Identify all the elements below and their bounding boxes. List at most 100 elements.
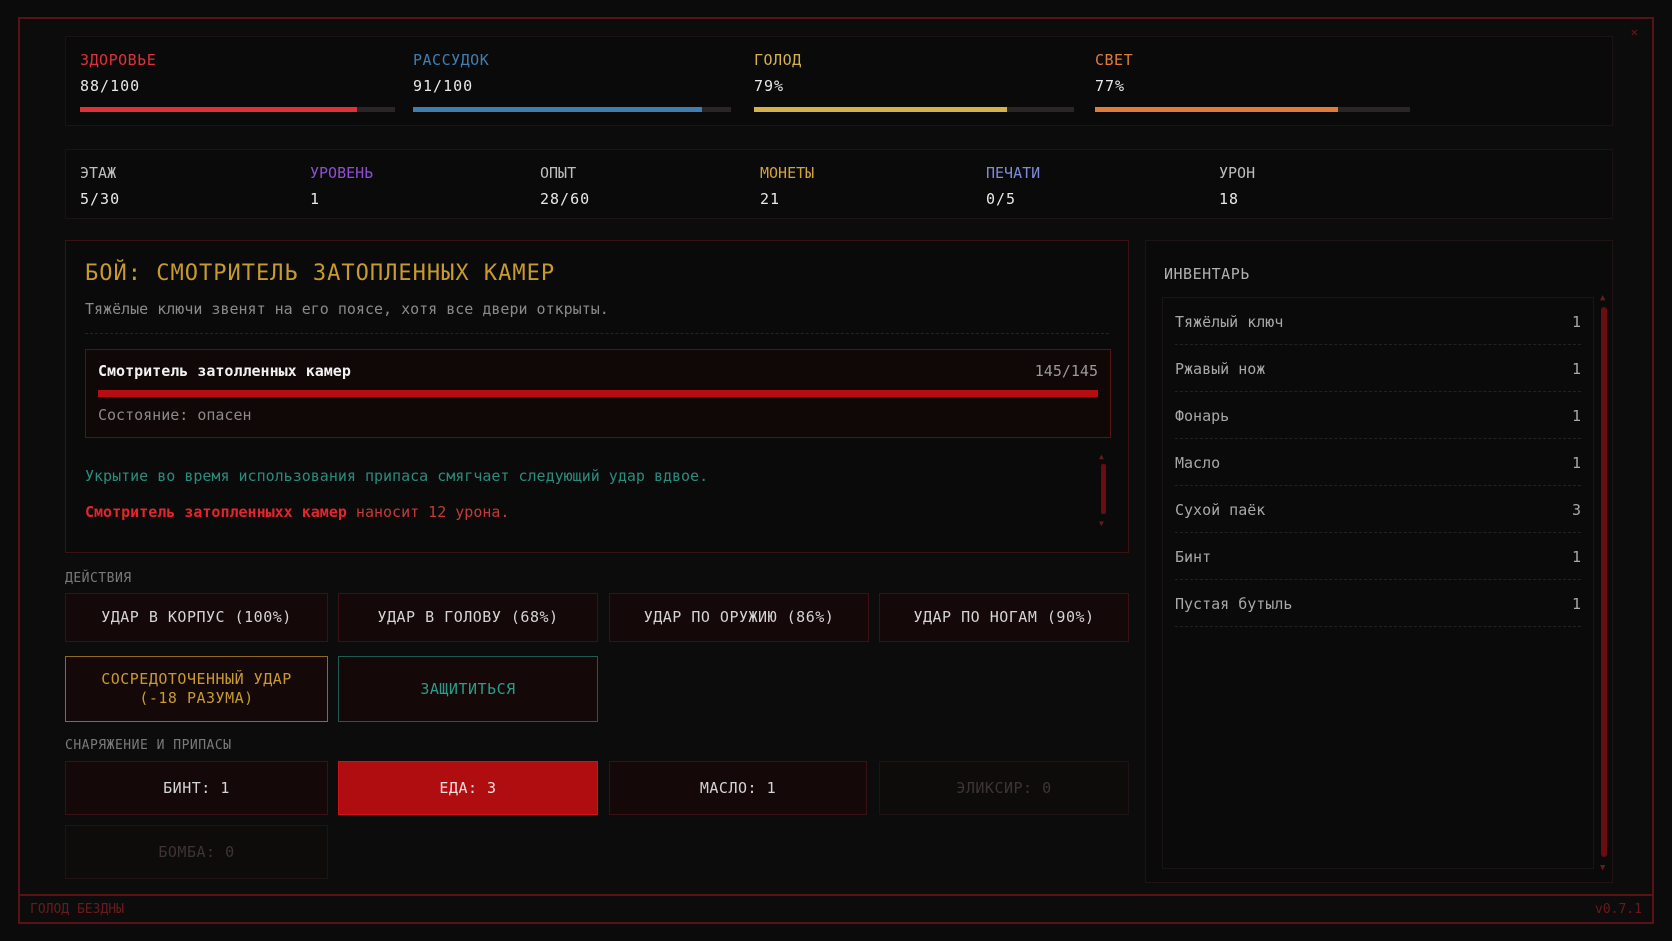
stat-hunger-value: 79% bbox=[754, 77, 785, 95]
item-qty: 1 bbox=[1571, 407, 1581, 425]
attack-weapon-button[interactable]: УДАР ПО ОРУЖИЮ (86%) bbox=[609, 593, 869, 642]
info-floor: ЭТАЖ 5/30 bbox=[80, 164, 120, 208]
sanity-bar bbox=[413, 107, 731, 112]
attack-head-button[interactable]: УДАР В ГОЛОВУ (68%) bbox=[338, 593, 598, 642]
inventory-list: Тяжёлый ключ 1 Ржавый нож 1 Фонарь 1 Масло 1… bbox=[1162, 297, 1594, 869]
focused-attack-cost: (-18 РАЗУМА) bbox=[139, 689, 254, 707]
attack-legs-button[interactable]: УДАР ПО НОГАМ (90%) bbox=[879, 593, 1129, 642]
bandage-button[interactable]: БИНТ: 1 bbox=[65, 761, 328, 815]
stat-hunger-label: ГОЛОД bbox=[754, 51, 802, 69]
inventory-item[interactable]: Ржавый нож 1 bbox=[1175, 345, 1581, 392]
log-scrollbar[interactable]: ▲ ▼ bbox=[1099, 452, 1106, 528]
sanity-bar-fill bbox=[413, 107, 703, 112]
scroll-down-icon[interactable]: ▼ bbox=[1099, 519, 1104, 528]
info-xp-label: ОПЫТ bbox=[540, 164, 577, 182]
item-qty: 1 bbox=[1571, 548, 1581, 566]
info-seals-label: ПЕЧАТИ bbox=[986, 164, 1041, 182]
inventory-item[interactable]: Масло 1 bbox=[1175, 439, 1581, 486]
item-name: Сухой паёк bbox=[1175, 501, 1266, 519]
inventory-item[interactable]: Тяжёлый ключ 1 bbox=[1175, 298, 1581, 345]
hunger-bar-fill bbox=[754, 107, 1007, 112]
info-level: УРОВЕНЬ 1 bbox=[310, 164, 373, 208]
scroll-up-icon[interactable]: ▲ bbox=[1099, 452, 1104, 461]
elixir-button[interactable]: ЭЛИКСИР: 0 bbox=[879, 761, 1129, 815]
info-coins-label: МОНЕТЫ bbox=[760, 164, 815, 182]
item-qty: 1 bbox=[1571, 313, 1581, 331]
food-button[interactable]: ЕДА: 3 bbox=[338, 761, 598, 815]
inventory-item[interactable]: Пустая бутыль 1 bbox=[1175, 580, 1581, 627]
oil-button[interactable]: МАСЛО: 1 bbox=[609, 761, 867, 815]
enemy-state: Состояние: опасен bbox=[98, 406, 252, 424]
battle-subtitle: Тяжёлые ключи звенят на его поясе, хотя … bbox=[85, 300, 609, 318]
item-name: Фонарь bbox=[1175, 407, 1230, 425]
battle-panel: БОЙ: СМОТРИТЕЛЬ ЗАТОПЛЕННЫХ КАМЕР Тяжёлы… bbox=[65, 240, 1129, 553]
inventory-scrollbar[interactable]: ▲ ▼ bbox=[1600, 293, 1608, 873]
log-actor: Смотритель затопленныхх камер bbox=[85, 503, 347, 521]
item-name: Масло bbox=[1175, 454, 1221, 472]
stat-health-value: 88/100 bbox=[80, 77, 141, 95]
battle-title: БОЙ: СМОТРИТЕЛЬ ЗАТОПЛЕННЫХ КАМЕР bbox=[85, 261, 556, 286]
log-text: наносит 12 урона. bbox=[346, 503, 510, 521]
inventory-item[interactable]: Фонарь 1 bbox=[1175, 392, 1581, 439]
focused-attack-label: СОСРЕДОТОЧЕННЫЙ УДАР bbox=[101, 670, 292, 688]
inventory-title: ИНВЕНТАРЬ bbox=[1164, 265, 1250, 283]
info-damage-label: УРОН bbox=[1219, 164, 1256, 182]
item-qty: 1 bbox=[1571, 360, 1581, 378]
item-name: Тяжёлый ключ bbox=[1175, 313, 1284, 331]
defend-button[interactable]: ЗАЩИТИТЬСЯ bbox=[338, 656, 598, 722]
info-coins: МОНЕТЫ 21 bbox=[760, 164, 814, 208]
inventory-panel: ИНВЕНТАРЬ Тяжёлый ключ 1 Ржавый нож 1 Фона… bbox=[1145, 240, 1613, 883]
enemy-card: Смотритель затолленных камер 145/145 Сос… bbox=[85, 349, 1111, 438]
item-name: Ржавый нож bbox=[1175, 360, 1266, 378]
close-icon[interactable]: ✕ bbox=[1631, 25, 1638, 39]
scrollbar-thumb[interactable] bbox=[1601, 307, 1607, 857]
stat-light-value: 77% bbox=[1095, 77, 1126, 95]
info-seals: ПЕЧАТИ 0/5 bbox=[986, 164, 1040, 208]
info-level-label: УРОВЕНЬ bbox=[310, 164, 374, 182]
focused-attack-button[interactable]: СОСРЕДОТОЧЕННЫЙ УДАР (-18 РАЗУМА) bbox=[65, 656, 328, 722]
footer-divider bbox=[20, 894, 1652, 896]
supplies-label: СНАРЯЖЕНИЕ И ПРИПАСЫ bbox=[65, 738, 232, 753]
enemy-hp: 145/145 bbox=[1034, 362, 1098, 380]
info-level-value: 1 bbox=[310, 190, 321, 208]
scroll-down-icon[interactable]: ▼ bbox=[1600, 863, 1605, 873]
health-bar-fill bbox=[80, 107, 358, 112]
health-bar bbox=[80, 107, 395, 112]
light-bar-fill bbox=[1095, 107, 1338, 112]
info-damage: УРОН 18 bbox=[1219, 164, 1255, 208]
attack-body-button[interactable]: УДАР В КОРПУС (100%) bbox=[65, 593, 328, 642]
stat-light-label: СВЕТ bbox=[1095, 51, 1134, 69]
log-entry: Смотритель затопленныхх камер наносит 12… bbox=[85, 503, 509, 521]
stat-hunger: ГОЛОД 79% bbox=[754, 51, 1069, 95]
info-floor-value: 5/30 bbox=[80, 190, 121, 208]
actions-label: ДЕЙСТВИЯ bbox=[65, 571, 132, 586]
stat-sanity-label: РАССУДОК bbox=[413, 51, 490, 69]
enemy-name: Смотритель затолленных камер bbox=[98, 362, 351, 380]
item-name: Бинт bbox=[1175, 548, 1212, 566]
game-frame: ✕ ЗДОРОВЬЕ 88/100 РАССУДОК 91/100 ГОЛОД … bbox=[18, 17, 1654, 924]
version-label: v0.7.1 bbox=[1595, 902, 1642, 917]
info-panel: ЭТАЖ 5/30 УРОВЕНЬ 1 ОПЫТ 28/60 МОНЕТЫ 21… bbox=[65, 149, 1613, 219]
item-qty: 3 bbox=[1571, 501, 1581, 519]
vitals-panel: ЗДОРОВЬЕ 88/100 РАССУДОК 91/100 ГОЛОД 79… bbox=[65, 36, 1613, 126]
info-damage-value: 18 bbox=[1219, 190, 1240, 208]
scrollbar-thumb[interactable] bbox=[1101, 464, 1106, 514]
inventory-item[interactable]: Бинт 1 bbox=[1175, 533, 1581, 580]
bomb-button[interactable]: БОМБА: 0 bbox=[65, 825, 328, 879]
stat-light: СВЕТ 77% bbox=[1095, 51, 1410, 95]
stat-health-label: ЗДОРОВЬЕ bbox=[80, 51, 157, 69]
light-bar bbox=[1095, 107, 1410, 112]
stat-sanity: РАССУДОК 91/100 bbox=[413, 51, 728, 95]
log-entry: Укрытие во время использования припаса с… bbox=[85, 467, 709, 485]
enemy-hp-bar bbox=[98, 390, 1098, 397]
item-name: Пустая бутыль bbox=[1175, 595, 1293, 613]
scroll-up-icon[interactable]: ▲ bbox=[1600, 293, 1605, 303]
stat-sanity-value: 91/100 bbox=[413, 77, 474, 95]
hunger-bar bbox=[754, 107, 1074, 112]
game-title: ГОЛОД БЕЗДНЫ bbox=[30, 902, 124, 917]
info-coins-value: 21 bbox=[760, 190, 781, 208]
info-xp: ОПЫТ 28/60 bbox=[540, 164, 590, 208]
stat-health: ЗДОРОВЬЕ 88/100 bbox=[80, 51, 395, 95]
inventory-item[interactable]: Сухой паёк 3 bbox=[1175, 486, 1581, 533]
info-seals-value: 0/5 bbox=[986, 190, 1017, 208]
